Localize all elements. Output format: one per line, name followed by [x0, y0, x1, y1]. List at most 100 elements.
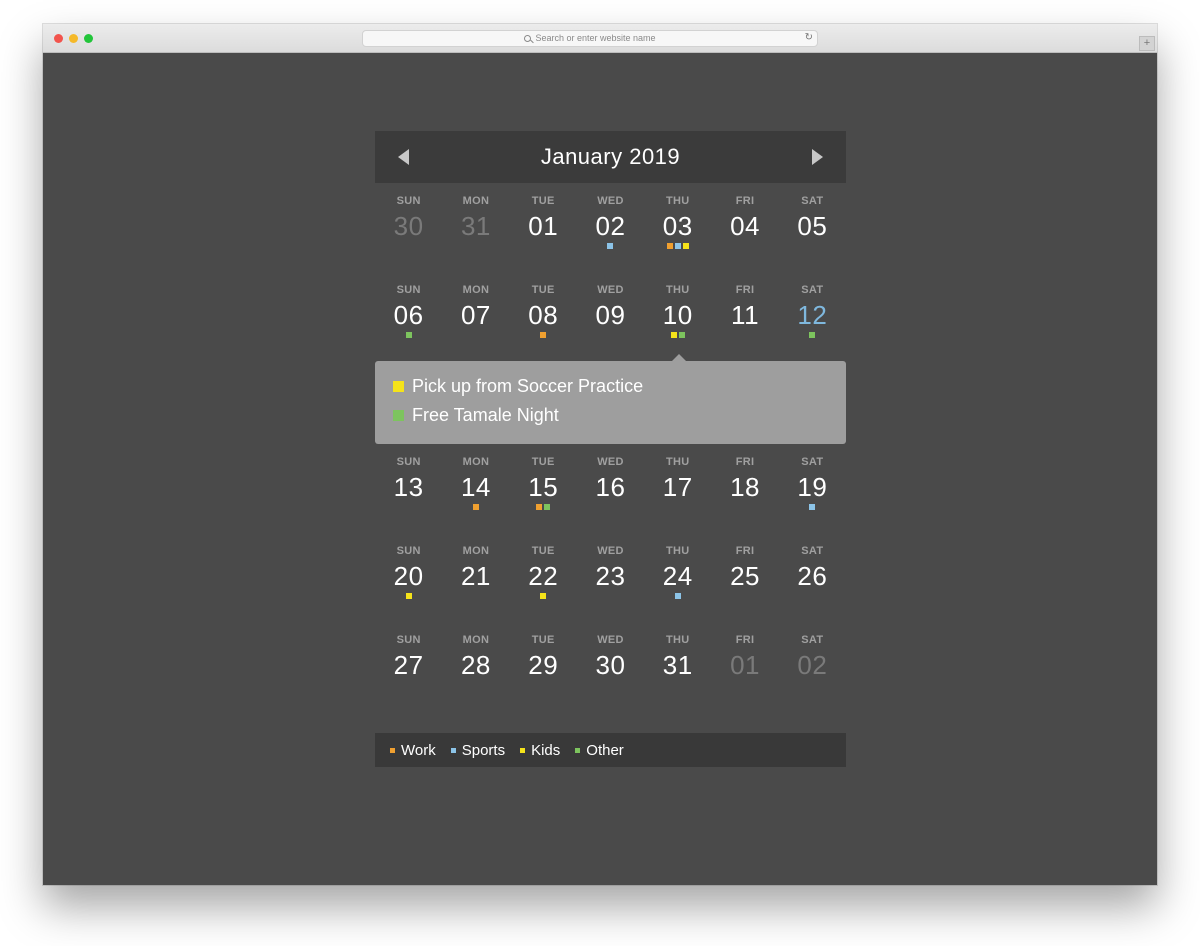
other-legend-swatch-icon [575, 747, 581, 753]
day-of-week-label: TUE [531, 195, 555, 207]
day-cell[interactable]: MON 21 [442, 533, 509, 622]
day-of-week-label: TUE [531, 284, 555, 296]
day-cell[interactable]: THU 31 [644, 622, 711, 711]
day-number: 11 [731, 300, 760, 330]
day-of-week-label: SAT [801, 284, 824, 296]
day-number: 05 [797, 211, 828, 241]
legend-label: Other [586, 741, 624, 759]
day-number: 03 [662, 211, 693, 241]
popover-event-title: Pick up from Soccer Practice [412, 376, 644, 396]
day-cell[interactable]: MON 07 [442, 272, 509, 361]
address-placeholder: Search or enter website name [535, 33, 656, 43]
day-of-week-label: SUN [396, 195, 421, 207]
day-of-week-label: SUN [396, 634, 421, 646]
minimize-window-button[interactable] [69, 34, 78, 43]
day-of-week-label: MON [462, 456, 490, 468]
reload-icon[interactable]: ↻ [805, 32, 813, 43]
day-cell[interactable]: FRI 11 [711, 272, 778, 361]
day-of-week-label: FRI [735, 545, 755, 557]
day-cell[interactable]: FRI 04 [711, 183, 778, 272]
day-number: 13 [393, 472, 424, 502]
day-cell[interactable]: SUN 27 [375, 622, 442, 711]
day-number: 23 [595, 561, 626, 591]
day-cell[interactable]: SUN 13 [375, 444, 442, 533]
calendar-week: SUN 06 MON 07 TUE 08 WED 09 THU 10 FRI 11 SAT 12 [375, 272, 846, 361]
day-cell[interactable]: SUN 06 [375, 272, 442, 361]
maximize-window-button[interactable] [84, 34, 93, 43]
day-cell[interactable]: TUE 22 [510, 533, 577, 622]
month-title: January 2019 [540, 144, 681, 169]
event-indicators [442, 332, 509, 338]
day-number: 30 [595, 650, 626, 680]
day-number: 27 [393, 650, 424, 680]
legend-item-work[interactable]: Work [390, 742, 436, 759]
legend-item-other[interactable]: Other [575, 742, 624, 759]
other-event-dot-icon [405, 332, 412, 338]
day-number: 14 [460, 472, 491, 502]
calendar-week: SUN 20 MON 21 TUE 22 WED 23 THU 24 FRI 25 SAT 26 [375, 533, 846, 622]
day-cell[interactable]: WED 09 [577, 272, 644, 361]
day-cell[interactable]: MON 31 [442, 183, 509, 272]
close-window-button[interactable] [54, 34, 63, 43]
calendar-week: SUN 27 MON 28 TUE 29 WED 30 THU 31 FRI 01 SAT 02 [375, 622, 846, 711]
calendar: January 2019 SUN 30 MON 31 TUE 01 WED 02 THU 03 FR… [375, 131, 846, 711]
day-number: 17 [662, 472, 693, 502]
day-number: 21 [460, 561, 491, 591]
day-cell[interactable]: SAT 05 [779, 183, 846, 272]
day-cell[interactable]: TUE 29 [510, 622, 577, 711]
event-indicators [442, 243, 509, 249]
day-cell[interactable]: THU 24 [644, 533, 711, 622]
day-of-week-label: SUN [396, 456, 421, 468]
day-number: 22 [528, 561, 559, 591]
popover-event-item[interactable]: Free Tamale Night [375, 401, 846, 430]
day-cell[interactable]: THU 10 [644, 272, 711, 361]
day-cell[interactable]: SAT 02 [779, 622, 846, 711]
day-cell[interactable]: WED 16 [577, 444, 644, 533]
event-indicators [577, 332, 644, 338]
day-cell[interactable]: MON 14 [442, 444, 509, 533]
event-indicators [644, 682, 711, 688]
day-of-week-label: WED [597, 545, 624, 557]
day-cell[interactable]: THU 17 [644, 444, 711, 533]
day-number: 15 [528, 472, 559, 502]
day-cell[interactable]: SAT 19 [779, 444, 846, 533]
popover-event-item[interactable]: Pick up from Soccer Practice [375, 372, 846, 401]
day-number: 04 [730, 211, 760, 241]
event-indicators [711, 504, 778, 510]
event-indicators [510, 243, 577, 249]
work-event-dot-icon [472, 504, 479, 510]
day-cell[interactable]: FRI 25 [711, 533, 778, 622]
day-cell[interactable]: TUE 01 [510, 183, 577, 272]
event-indicators [510, 332, 577, 338]
calendar-header: January 2019 [375, 131, 846, 183]
day-cell[interactable]: WED 30 [577, 622, 644, 711]
day-cell[interactable]: FRI 18 [711, 444, 778, 533]
legend-item-sports[interactable]: Sports [450, 742, 505, 759]
event-indicators [375, 504, 442, 510]
day-of-week-label: TUE [531, 456, 555, 468]
address-bar[interactable]: Search or enter website name ↻ [362, 30, 818, 47]
day-cell[interactable]: FRI 01 [711, 622, 778, 711]
day-number: 25 [730, 561, 760, 591]
sports-event-dot-icon [674, 593, 681, 599]
day-cell[interactable]: THU 03 [644, 183, 711, 272]
event-indicators [442, 593, 509, 599]
day-cell[interactable]: TUE 08 [510, 272, 577, 361]
day-cell[interactable]: SAT 12 [779, 272, 846, 361]
new-tab-button[interactable]: + [1139, 36, 1155, 51]
day-cell[interactable]: SAT 26 [779, 533, 846, 622]
day-cell[interactable]: TUE 15 [510, 444, 577, 533]
event-indicators [577, 593, 644, 599]
day-cell[interactable]: SUN 20 [375, 533, 442, 622]
next-month-arrow-icon[interactable] [812, 149, 823, 165]
day-number: 06 [393, 300, 424, 330]
legend-item-kids[interactable]: Kids [520, 742, 560, 759]
day-cell[interactable]: MON 28 [442, 622, 509, 711]
day-cell[interactable]: SUN 30 [375, 183, 442, 272]
event-indicators [510, 504, 577, 510]
day-cell[interactable]: WED 02 [577, 183, 644, 272]
day-of-week-label: SAT [801, 545, 824, 557]
event-indicators [510, 593, 577, 599]
day-cell[interactable]: WED 23 [577, 533, 644, 622]
day-of-week-label: FRI [735, 456, 755, 468]
